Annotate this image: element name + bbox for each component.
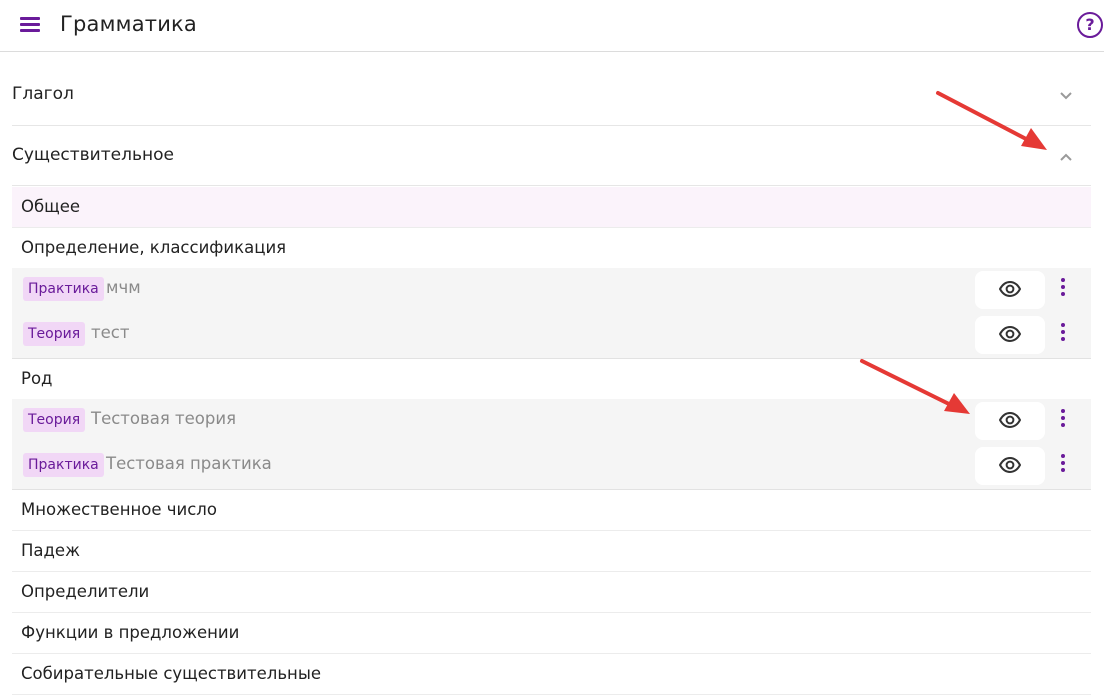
material-item[interactable]: Практика Тестовая практика [12, 444, 1091, 489]
subtopic-label: Общее [21, 197, 81, 216]
eye-icon [999, 457, 1021, 473]
page-title: Грамматика [60, 12, 197, 36]
material-item[interactable]: Теория Тестовая теория [12, 399, 1091, 444]
subtopic-determiners[interactable]: Определители [12, 572, 1091, 613]
subtopic-label: Определение, классификация [21, 238, 287, 257]
chevron-down-icon[interactable] [1059, 89, 1073, 103]
material-title: Тестовая практика [106, 454, 272, 473]
material-type-badge: Теория [23, 322, 86, 346]
subtopic-definition[interactable]: Определение, классификация [12, 228, 1091, 268]
view-button[interactable] [975, 271, 1045, 309]
material-type-badge: Практика [23, 277, 104, 301]
material-type-badge: Теория [23, 408, 86, 432]
section-noun[interactable]: Существительное [12, 126, 1091, 186]
material-item[interactable]: Практика мчм [12, 268, 1091, 313]
subtopic-label: Функции в предложении [21, 623, 240, 642]
subtopic-plural[interactable]: Множественное число [12, 490, 1091, 531]
chevron-up-icon[interactable] [1059, 150, 1073, 164]
section-title: Существительное [12, 145, 174, 165]
subtopic-label: Множественное число [21, 500, 217, 519]
eye-icon [999, 412, 1021, 428]
section-title: Глагол [12, 84, 74, 104]
subtopic-gender[interactable]: Род [12, 359, 1091, 399]
more-vertical-icon[interactable] [1058, 454, 1068, 476]
material-type-badge: Практика [23, 453, 104, 477]
more-vertical-icon[interactable] [1058, 409, 1068, 431]
subtopic-label: Род [21, 369, 53, 388]
more-vertical-icon[interactable] [1058, 323, 1068, 345]
materials-list: Теория Тестовая теория Практика Тестовая… [12, 399, 1091, 490]
materials-list: Практика мчм Теория тест [12, 268, 1091, 359]
app-header: Грамматика ? [0, 0, 1104, 52]
view-button[interactable] [975, 316, 1045, 354]
material-title: мчм [106, 278, 141, 297]
subtopic-case[interactable]: Падеж [12, 531, 1091, 572]
material-item[interactable]: Теория тест [12, 313, 1091, 358]
section-verb[interactable]: Глагол [12, 66, 1091, 126]
hamburger-menu-icon[interactable] [20, 17, 40, 33]
subtopic-label: Падеж [21, 541, 80, 560]
help-circle-icon[interactable]: ? [1077, 12, 1103, 38]
subtopic-general[interactable]: Общее [12, 187, 1091, 228]
eye-icon [999, 281, 1021, 297]
subtopic-collective-nouns[interactable]: Собирательные существительные [12, 654, 1091, 695]
subtopic-label: Определители [21, 582, 150, 601]
subtopic-label: Собирательные существительные [21, 664, 322, 683]
eye-icon [999, 326, 1021, 342]
more-vertical-icon[interactable] [1058, 278, 1068, 300]
material-title: Тестовая теория [91, 409, 236, 428]
view-button[interactable] [975, 447, 1045, 485]
material-title: тест [91, 323, 130, 342]
subtopic-sentence-functions[interactable]: Функции в предложении [12, 613, 1091, 654]
view-button[interactable] [975, 402, 1045, 440]
